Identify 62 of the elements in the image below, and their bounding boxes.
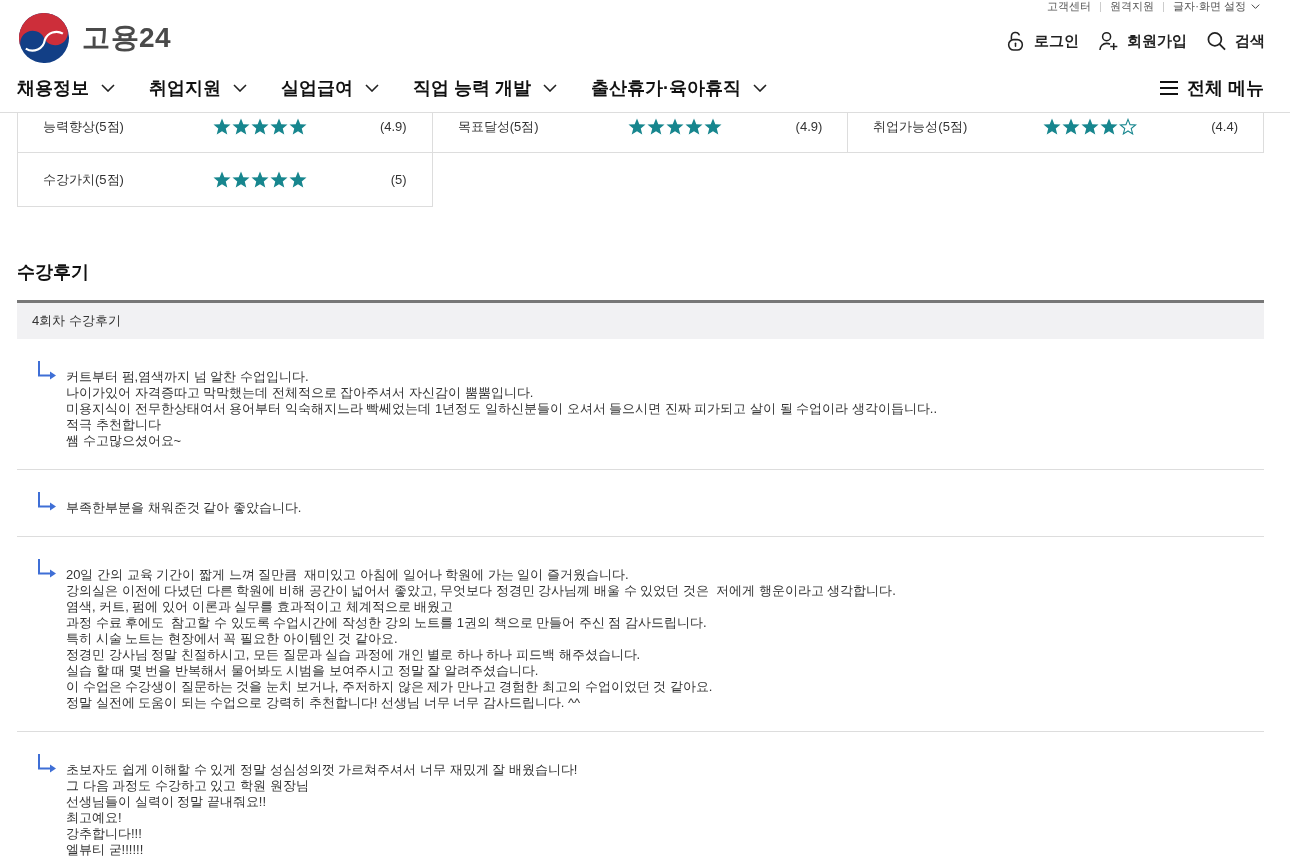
caret-icon xyxy=(365,83,379,92)
search-icon xyxy=(1207,31,1226,51)
star-icon xyxy=(1081,118,1100,135)
nav-menu-button[interactable]: 채용정보 xyxy=(17,75,115,100)
star-icon xyxy=(684,118,703,135)
rating-score: (4.4) xyxy=(1211,119,1238,134)
rating-score: (5) xyxy=(390,172,407,187)
caret-icon xyxy=(753,83,767,92)
review-round-header: 4회차 수강후기 xyxy=(17,303,1264,339)
padlock-icon xyxy=(1006,31,1025,51)
star-outline-icon xyxy=(1119,118,1138,135)
rating-label: 능력향상(5점) xyxy=(43,117,125,136)
person-plus-icon xyxy=(1099,31,1118,51)
signup-link[interactable]: 회원가입 xyxy=(1099,31,1187,51)
star-icon xyxy=(665,118,684,135)
section-title: 수강후기 xyxy=(17,261,89,284)
star-icon xyxy=(232,118,250,135)
nav-menu-button[interactable]: 직업 능력 개발 xyxy=(413,75,557,100)
star-icon xyxy=(251,171,269,188)
logo-icon xyxy=(19,13,69,63)
star-icon xyxy=(1043,118,1062,135)
caret-icon xyxy=(1251,4,1260,9)
review-text: 부족한부분을 채워준것 같아 좋았습니다. xyxy=(66,500,302,516)
star-icon xyxy=(289,118,307,135)
review-text: 초보자도 쉽게 이해할 수 있게 정말 성심성의껏 가르쳐주셔서 너무 재밌게 잘 배웠습니다! 그 다음 과정도 수강하고 있고 학원 원장님 선생님들이 실력이 정말 끝내줘요!! 최고예요! 강추합니다!!! 엘뷰티 굳!!!!!! xyxy=(66,762,578,858)
rating-score: (4.9) xyxy=(795,119,823,134)
login-link[interactable]: 로그인 xyxy=(1006,31,1079,51)
rating-score: (4.9) xyxy=(379,119,407,134)
rating-label: 목표달성(5점) xyxy=(457,117,540,136)
top-link[interactable]: 고객센터 xyxy=(1047,0,1092,13)
star-icon xyxy=(1062,118,1081,135)
nav-menu-button[interactable]: 취업지원 xyxy=(149,75,247,100)
review-text: 커트부터 펌,염색까지 넘 알찬 수업입니다. 나이가있어 자격증따고 막막했는데 전체적으로 잡아주셔서 자신감이 뿜뿜입니다. 미용지식이 전무한상태여서 용어부터 익숙해지느라 빡쎄었는데 1년정도 일하신분들이 오셔서 들으시면 진짜 피가되고 살이 될 수업이라 생각이듭니다.. 적극 추천합니다 쌤 수고많으셨어요~ xyxy=(66,369,938,449)
star-icon xyxy=(251,118,269,135)
caret-icon xyxy=(543,83,557,92)
rating-label: 취업가능성(5점) xyxy=(873,117,969,136)
top-link[interactable]: 원격지원 xyxy=(1110,0,1155,13)
star-icon xyxy=(703,118,722,135)
all-menu-button[interactable]: 전체 메뉴 xyxy=(1160,75,1264,100)
star-icon xyxy=(213,171,231,188)
reply-arrow-icon xyxy=(37,492,56,511)
nav-menu-button[interactable]: 실업급여 xyxy=(281,75,379,100)
nav-menu-button[interactable]: 출산휴가·육아휴직 xyxy=(591,75,767,100)
reply-arrow-icon xyxy=(37,754,56,773)
star-icon xyxy=(646,118,665,135)
star-icon xyxy=(213,118,231,135)
star-icon xyxy=(1100,118,1119,135)
star-icon xyxy=(232,171,250,188)
star-icon xyxy=(270,171,288,188)
reply-arrow-icon xyxy=(37,361,56,380)
star-icon xyxy=(289,171,307,188)
site-title[interactable]: 고용24 xyxy=(82,19,172,57)
top-link[interactable]: 글자·화면 설정 xyxy=(1173,0,1260,13)
search-button[interactable]: 검색 xyxy=(1207,31,1265,51)
rating-label: 수강가치(5점) xyxy=(43,170,125,189)
caret-icon xyxy=(101,83,115,92)
review-text: 20일 간의 교육 기간이 짧게 느껴 질만큼 재미있고 아침에 일어나 학원에 가는 일이 즐거웠습니다. 강의실은 이전에 다녔던 다른 학원에 비해 공간이 넓어서 좋았고, 무엇보다 정경민 강사님께 배울 수 있었던 것은 저에게 행운이라고 생각합니다. 염색, 커트, 펌에 있어 이론과 실무를 효과적이고 체계적으로 배웠고 과정 수료 후에도 참고할 수 있도록 수업시간에 작성한 강의 노트를 1권의 책으로 만들어 주신 점 감사드립니다. 특히 시술 노트는 현장에서 꼭 필요한 아이템인 것 같아요. 정경민 강사님 정말 친절하시고, 모든 질문과 실습 과정에 개인 별로 하나 하나 피드백 해주셨습니다. 실습 할 때 몇 번을 반복해서 물어봐도 시범을 보여주시고 정말 잘 알려주셨습니다. 이 수업은 수강생이 질문하는 것을 눈치 보거나, 주저하지 않은 제가 만나고 경험한 최고의 수업이었던 것 같아요. 정말 실전에 도움이 되는 수업으로 강력히 추천합니다! 선생님 너무 너무 감사드립니다. ^^ xyxy=(66,567,896,711)
reply-arrow-icon xyxy=(37,559,56,578)
menu-icon xyxy=(1160,79,1178,96)
star-icon xyxy=(270,118,288,135)
star-icon xyxy=(627,118,646,135)
caret-icon xyxy=(233,83,247,92)
